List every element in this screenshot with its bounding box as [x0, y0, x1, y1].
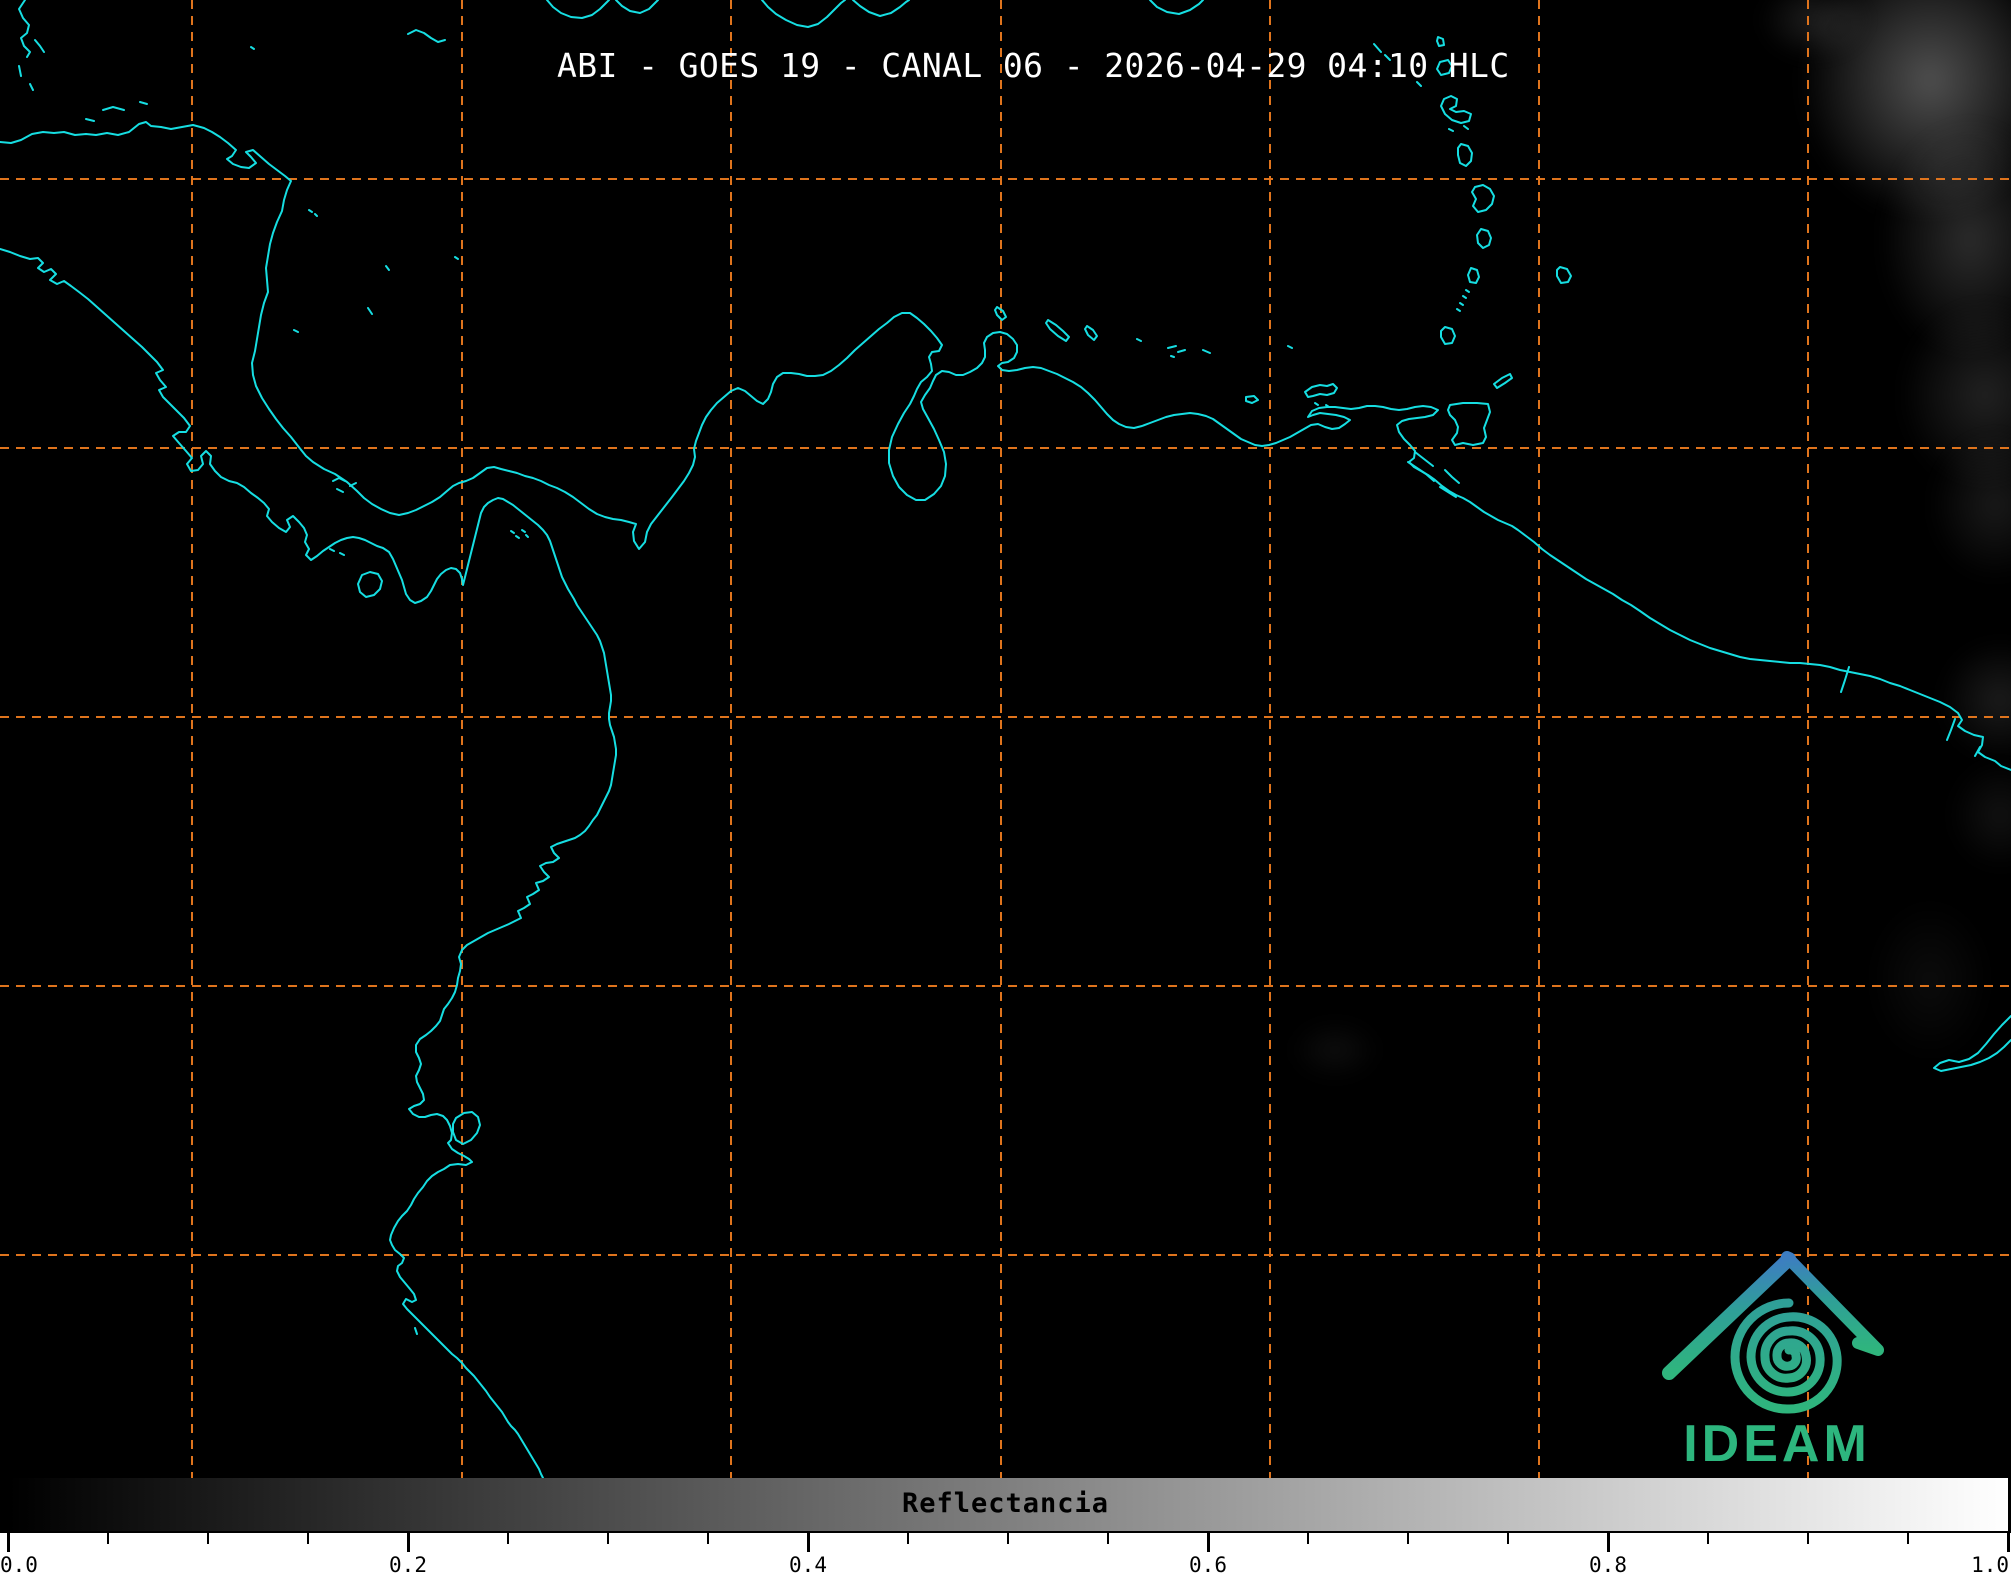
island-trinidad [1447, 402, 1491, 446]
orinoco-delta-channels [1407, 451, 1460, 498]
satellite-map: IDEAM [0, 0, 2011, 1478]
islet-bocas-del-toro [332, 477, 357, 493]
colorbar-minor-tick [307, 1533, 309, 1544]
islands-las-perlas [510, 529, 529, 539]
island-bonaire [1084, 325, 1098, 341]
colorbar-minor-tick [707, 1533, 709, 1544]
colorbar-tick-label: 0.2 [389, 1553, 427, 1577]
colorbar-minor-tick [1707, 1533, 1709, 1544]
colorbar-major-tick [1206, 1533, 1210, 1552]
island-tobago [1493, 373, 1513, 389]
guiana-river-mouths [1840, 666, 1981, 757]
amazon-river-bank [1933, 1015, 2011, 1072]
colorbar-tick-label: 0.6 [1189, 1553, 1227, 1577]
graticule-grid [0, 0, 2011, 1478]
colorbar: Reflectancia 0.0 0.2 0.4 0.6 0.8 1.0 [0, 1478, 2011, 1577]
colorbar-label: Reflectancia [901, 1488, 1110, 1519]
coastlines-layer [0, 0, 2011, 1478]
ideam-logo-text: IDEAM [1683, 1415, 1871, 1473]
colorbar-major-tick [406, 1533, 410, 1552]
islets-aves-losroques-orchila [1136, 338, 1211, 358]
colorbar-major-tick [6, 1533, 10, 1552]
colorbar-minor-tick [607, 1533, 609, 1544]
colorbar-minor-tick [1407, 1533, 1409, 1544]
island-margarita [1304, 383, 1338, 408]
islet-pedro-cays [407, 29, 446, 43]
colorbar-tick-label: 1.0 [1971, 1553, 2009, 1577]
colorbar-bar-row: Reflectancia [0, 1478, 2011, 1533]
coastline-pacific-mainland [0, 248, 617, 1478]
colorbar-minor-tick [1807, 1533, 1809, 1544]
map-area: IDEAM ABI - GOES 19 - CANAL 06 - 2026-04… [0, 0, 2011, 1478]
island-aruba [994, 306, 1007, 321]
island-barbados [1556, 266, 1572, 284]
coastline-caribbean-atlantic-mainland [0, 121, 2011, 771]
colorbar-minor-tick [1107, 1533, 1109, 1544]
colorbar-minor-tick [507, 1533, 509, 1544]
colorbar-minor-tick [1307, 1533, 1309, 1544]
colorbar-minor-tick [1507, 1533, 1509, 1544]
colorbar-minor-tick [1907, 1533, 1909, 1544]
colorbar-minor-tick [207, 1533, 209, 1544]
colorbar-tick-label: 0.8 [1589, 1553, 1627, 1577]
colorbar-tick-label: 0.0 [0, 1553, 38, 1577]
satellite-product-figure: IDEAM ABI - GOES 19 - CANAL 06 - 2026-04… [0, 0, 2011, 1577]
colorbar-axis: 0.0 0.2 0.4 0.6 0.8 1.0 [0, 1533, 2011, 1577]
island-puna [414, 1111, 481, 1335]
image-title: ABI - GOES 19 - CANAL 06 - 2026-04-29 04… [557, 46, 1510, 85]
coastline-jamaica-fragment [546, 0, 659, 19]
coastline-belize [18, 0, 45, 91]
island-bay-islands [85, 101, 148, 122]
colorbar-minor-tick [107, 1533, 109, 1544]
colorbar-minor-tick [1007, 1533, 1009, 1544]
colorbar-major-tick [806, 1533, 810, 1552]
coastline-puerto-rico-fragment [1149, 0, 1204, 15]
colorbar-minor-tick [907, 1533, 909, 1544]
hurricane-spiral-icon [1730, 1298, 1842, 1414]
coastline-hispaniola-fragment [761, 0, 910, 28]
colorbar-major-tick [2006, 1533, 2010, 1552]
ideam-logo: IDEAM [1662, 1251, 1884, 1473]
colorbar-major-tick [1606, 1533, 1610, 1552]
colorbar-tick-label: 0.4 [789, 1553, 827, 1577]
islands-windward-antilles [1440, 143, 1495, 345]
islet-swan-roncador-providencia-sanandres-corn-miskito [250, 46, 459, 333]
island-curacao [1045, 319, 1070, 342]
island-coiba [329, 548, 383, 598]
